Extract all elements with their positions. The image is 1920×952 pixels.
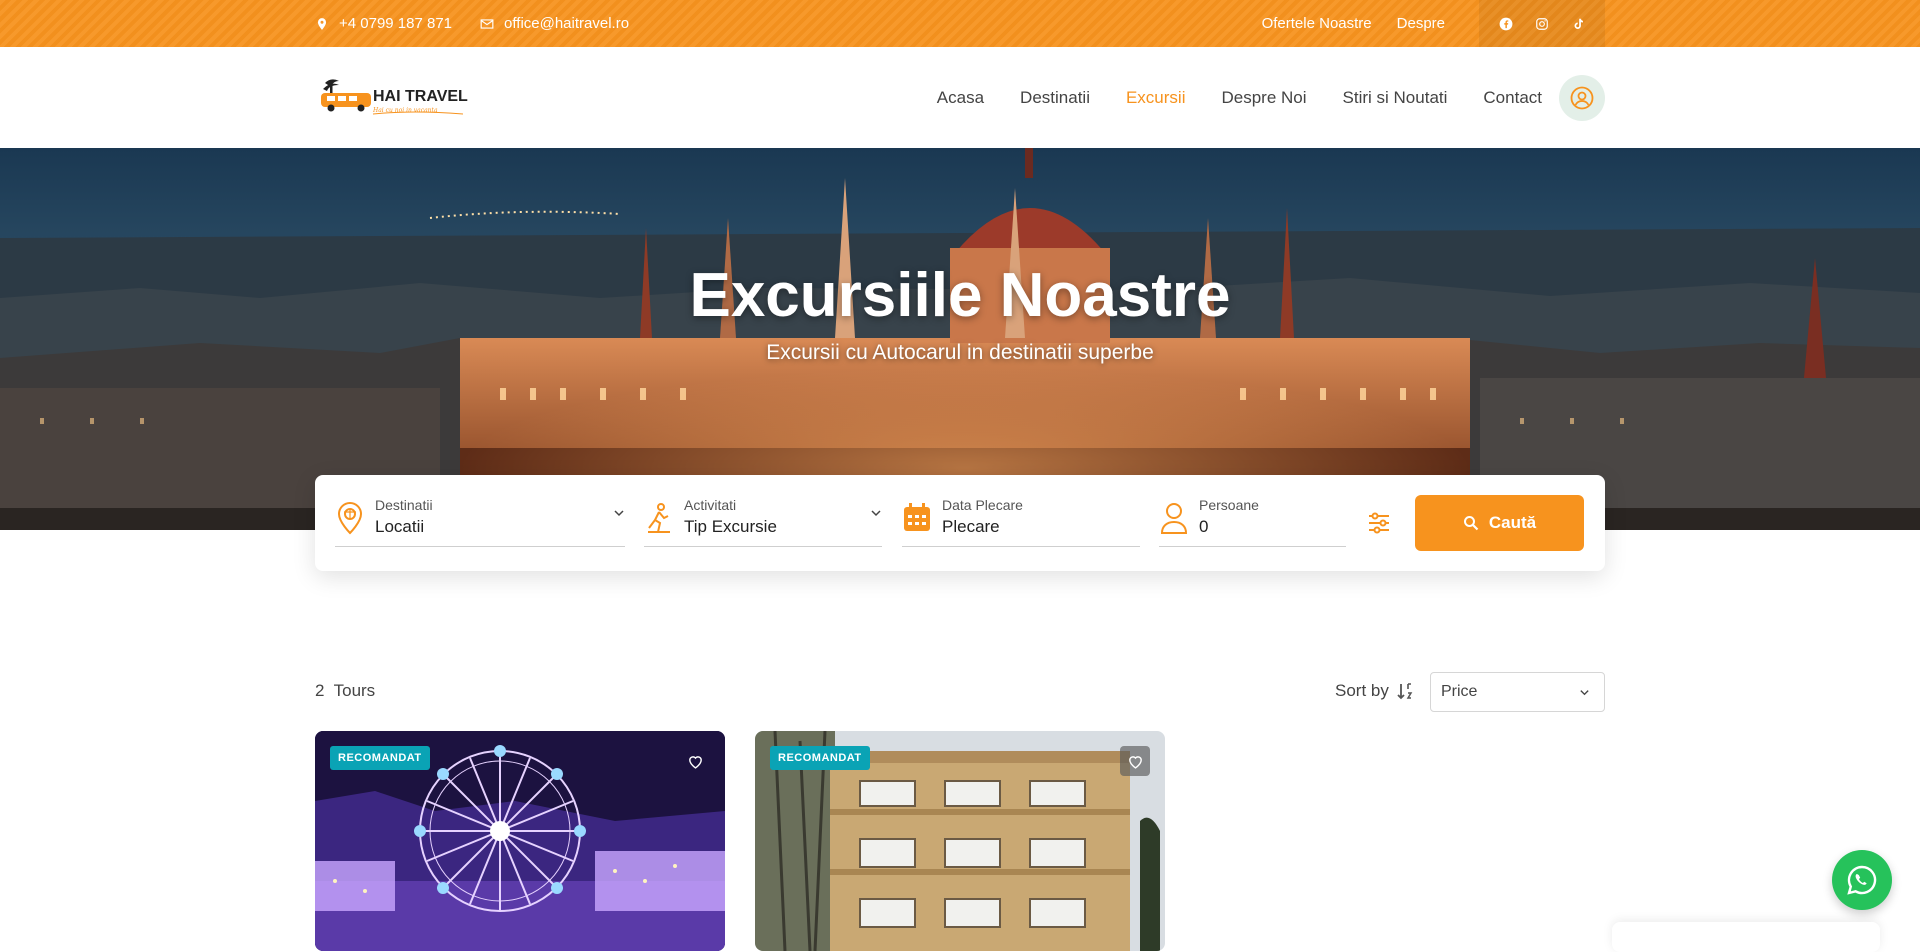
calendar-icon	[904, 503, 930, 531]
facebook-icon[interactable]	[1499, 17, 1513, 31]
account-button[interactable]	[1559, 75, 1605, 121]
envelope-icon	[480, 18, 494, 29]
favorite-button[interactable]	[1120, 746, 1150, 776]
departure-date-field[interactable]: Data Plecare Plecare	[902, 495, 1140, 547]
heart-icon	[688, 755, 702, 769]
persons-field[interactable]: Persoane 0	[1159, 495, 1346, 547]
tour-card[interactable]: RECOMANDAT	[315, 731, 725, 951]
hiker-icon	[648, 503, 670, 533]
nav-item-contact[interactable]: Contact	[1483, 88, 1542, 108]
phone-number[interactable]: +4 0799 187 871	[339, 15, 452, 32]
hai-travel-logo[interactable]: HAI TRAVEL Hai cu noi in vacanta	[315, 75, 470, 119]
heart-icon	[1128, 755, 1142, 769]
recommended-badge: RECOMANDAT	[330, 746, 430, 770]
destination-label: Destinatii	[375, 497, 433, 513]
destination-select[interactable]: Destinatii Locatii	[335, 495, 625, 547]
top-bar: +4 0799 187 871 office@haitravel.ro Ofer…	[0, 0, 1920, 47]
tour-card[interactable]: RECOMANDAT	[755, 731, 1165, 951]
logo-brand-text: HAI TRAVEL	[373, 88, 468, 105]
search-icon	[1463, 516, 1479, 531]
email-contact[interactable]: office@haitravel.ro	[480, 15, 629, 32]
tours-count: 2 Tours	[315, 681, 375, 701]
chat-widget-panel[interactable]	[1612, 922, 1880, 952]
sort-select[interactable]: Price	[1430, 672, 1605, 712]
tour-search-form: Destinatii Locatii Activitati Tip Excurs…	[315, 475, 1605, 571]
whatsapp-chat-button[interactable]	[1832, 850, 1892, 910]
recommended-badge: RECOMANDAT	[770, 746, 870, 770]
tours-count-label: Tours	[333, 681, 376, 700]
nav-item-destinatii[interactable]: Destinatii	[1020, 88, 1090, 108]
sort-order-icon[interactable]	[1396, 681, 1416, 701]
map-location-icon	[337, 501, 363, 535]
persons-label: Persoane	[1199, 497, 1259, 513]
hero-background-image	[0, 148, 1920, 530]
activity-select[interactable]: Activitati Tip Excursie	[644, 495, 882, 547]
activity-value[interactable]: Tip Excursie	[684, 517, 777, 537]
main-menu: Acasa Destinatii Excursii Despre Noi Sti…	[901, 73, 1605, 123]
departure-date-label: Data Plecare	[942, 497, 1023, 513]
user-icon	[1570, 86, 1594, 110]
map-pin-icon	[317, 17, 327, 30]
filter-sliders-icon[interactable]	[1367, 511, 1391, 535]
destination-value[interactable]: Locatii	[375, 517, 424, 537]
hero-title: Excursiile Noastre	[689, 261, 1231, 330]
chevron-down-icon	[871, 510, 881, 517]
sort-label: Sort by	[1335, 681, 1389, 700]
activity-label: Activitati	[684, 497, 737, 513]
tiktok-icon[interactable]	[1571, 17, 1585, 31]
phone-contact[interactable]: +4 0799 187 871	[315, 15, 452, 32]
favorite-button[interactable]	[680, 746, 710, 776]
nav-item-acasa[interactable]: Acasa	[937, 88, 984, 108]
topbar-link-about[interactable]: Despre	[1397, 15, 1445, 32]
email-address[interactable]: office@haitravel.ro	[504, 15, 629, 32]
person-icon	[1160, 503, 1188, 534]
nav-item-stiri[interactable]: Stiri si Noutati	[1343, 88, 1448, 108]
departure-date-value[interactable]: Plecare	[942, 517, 1000, 537]
social-links	[1479, 0, 1605, 47]
chevron-down-icon	[614, 510, 624, 517]
main-navbar: HAI TRAVEL Hai cu noi in vacanta Acasa D…	[0, 47, 1920, 148]
instagram-icon[interactable]	[1535, 17, 1549, 31]
sort-select-value: Price	[1441, 683, 1478, 700]
nav-item-despre-noi[interactable]: Despre Noi	[1221, 88, 1306, 108]
hero-banner: Excursiile Noastre Excursii cu Autocarul…	[0, 148, 1920, 530]
whatsapp-icon	[1847, 865, 1877, 895]
persons-value[interactable]: 0	[1199, 517, 1208, 537]
search-button[interactable]: Caută	[1415, 495, 1584, 551]
hero-subtitle: Excursii cu Autocarul in destinatii supe…	[766, 341, 1154, 364]
search-button-label: Caută	[1488, 513, 1537, 532]
nav-item-excursii[interactable]: Excursii	[1126, 88, 1186, 108]
chevron-down-icon	[1580, 690, 1589, 696]
topbar-link-offers[interactable]: Ofertele Noastre	[1262, 15, 1372, 32]
tours-count-number: 2	[315, 681, 325, 700]
